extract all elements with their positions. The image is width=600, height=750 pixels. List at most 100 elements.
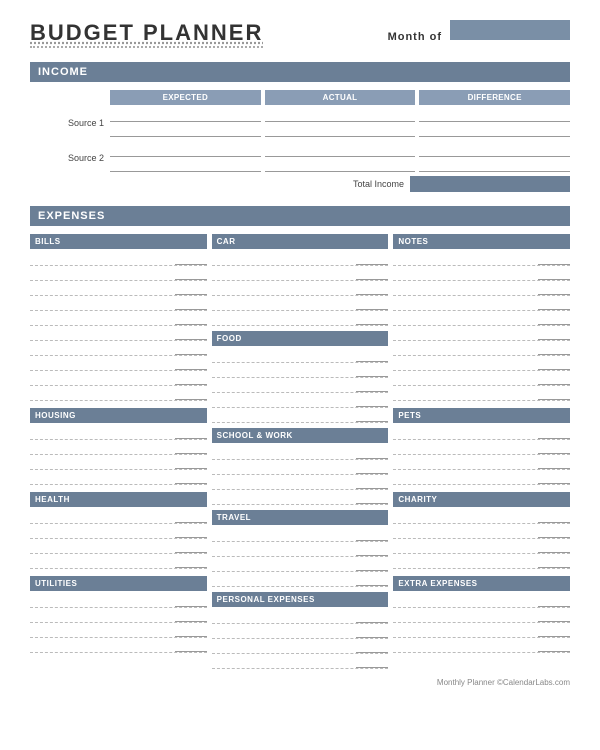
expense-line-row bbox=[393, 312, 570, 326]
expense-amount-line[interactable] bbox=[356, 324, 388, 325]
expense-line-row bbox=[393, 267, 570, 281]
expense-amount-line[interactable] bbox=[538, 264, 570, 265]
expense-amount-line[interactable] bbox=[175, 294, 207, 295]
expense-amount-line[interactable] bbox=[356, 309, 388, 310]
expense-amount-line[interactable] bbox=[538, 438, 570, 439]
expense-amount-line[interactable] bbox=[538, 552, 570, 553]
expense-amount-line[interactable] bbox=[175, 606, 207, 607]
expense-amount-line[interactable] bbox=[356, 540, 388, 541]
expense-amount-line[interactable] bbox=[356, 637, 388, 638]
expense-amount-line[interactable] bbox=[356, 667, 388, 668]
expense-amount-line[interactable] bbox=[175, 621, 207, 622]
expense-amount-line[interactable] bbox=[538, 294, 570, 295]
expense-amount-line[interactable] bbox=[356, 361, 388, 362]
expense-amount-line[interactable] bbox=[356, 652, 388, 653]
notes-lines bbox=[393, 252, 570, 401]
personal-category: PERSONAL EXPENSES bbox=[212, 592, 389, 669]
expense-line-row bbox=[30, 327, 207, 341]
expense-amount-line[interactable] bbox=[356, 503, 388, 504]
expense-amount-line[interactable] bbox=[538, 453, 570, 454]
expense-amount-line[interactable] bbox=[175, 468, 207, 469]
expense-amount-line[interactable] bbox=[356, 294, 388, 295]
source2-diff-line1[interactable] bbox=[419, 144, 570, 157]
expense-amount-line[interactable] bbox=[538, 567, 570, 568]
expense-amount-line[interactable] bbox=[356, 279, 388, 280]
source1-difference bbox=[419, 109, 570, 137]
expense-amount-line[interactable] bbox=[356, 622, 388, 623]
source2-actual bbox=[265, 144, 416, 172]
expense-amount-line[interactable] bbox=[356, 264, 388, 265]
expense-amount-line[interactable] bbox=[356, 488, 388, 489]
expense-line-row bbox=[212, 558, 389, 572]
expense-amount-line[interactable] bbox=[538, 279, 570, 280]
expense-amount-line[interactable] bbox=[356, 570, 388, 571]
expense-amount-line[interactable] bbox=[538, 339, 570, 340]
expense-amount-line[interactable] bbox=[175, 636, 207, 637]
expense-line-row bbox=[393, 639, 570, 653]
expense-amount-line[interactable] bbox=[175, 384, 207, 385]
expense-amount-line[interactable] bbox=[356, 555, 388, 556]
expense-amount-line[interactable] bbox=[175, 453, 207, 454]
col2: CAR FOOD SCHOOL & WORK TRAVEL bbox=[212, 234, 389, 670]
expense-amount-line[interactable] bbox=[538, 621, 570, 622]
source1-expected bbox=[110, 109, 261, 137]
income-section: INCOME EXPECTED ACTUAL DIFFERENCE Source… bbox=[30, 62, 570, 192]
travel-category: TRAVEL bbox=[212, 510, 389, 587]
source1-expected-line1[interactable] bbox=[110, 109, 261, 122]
expense-amount-line[interactable] bbox=[175, 264, 207, 265]
expense-amount-line[interactable] bbox=[175, 438, 207, 439]
expense-line-row bbox=[393, 609, 570, 623]
expense-amount-line[interactable] bbox=[175, 552, 207, 553]
housing-category: HOUSING bbox=[30, 408, 207, 485]
expense-amount-line[interactable] bbox=[175, 522, 207, 523]
source1-diff-line2[interactable] bbox=[419, 124, 570, 137]
source1-actual-line1[interactable] bbox=[265, 109, 416, 122]
expense-line-row bbox=[212, 461, 389, 475]
expense-amount-line[interactable] bbox=[538, 606, 570, 607]
source2-actual-line1[interactable] bbox=[265, 144, 416, 157]
expense-amount-line[interactable] bbox=[538, 354, 570, 355]
expense-amount-line[interactable] bbox=[356, 391, 388, 392]
source2-expected-line1[interactable] bbox=[110, 144, 261, 157]
expense-amount-line[interactable] bbox=[175, 567, 207, 568]
travel-lines bbox=[212, 528, 389, 587]
source2-diff-line2[interactable] bbox=[419, 159, 570, 172]
expense-amount-line[interactable] bbox=[538, 468, 570, 469]
expense-amount-line[interactable] bbox=[175, 483, 207, 484]
expense-line-row bbox=[393, 426, 570, 440]
expense-amount-line[interactable] bbox=[175, 309, 207, 310]
expense-amount-line[interactable] bbox=[356, 585, 388, 586]
month-of-label: Month of bbox=[388, 31, 442, 43]
expense-amount-line[interactable] bbox=[356, 376, 388, 377]
source1-expected-line2[interactable] bbox=[110, 124, 261, 137]
expense-amount-line[interactable] bbox=[356, 406, 388, 407]
source2-actual-line2[interactable] bbox=[265, 159, 416, 172]
expense-amount-line[interactable] bbox=[538, 309, 570, 310]
expense-amount-line[interactable] bbox=[538, 636, 570, 637]
expense-amount-line[interactable] bbox=[175, 651, 207, 652]
month-input-box[interactable] bbox=[450, 20, 570, 40]
expense-amount-line[interactable] bbox=[538, 384, 570, 385]
expense-amount-line[interactable] bbox=[356, 421, 388, 422]
expense-amount-line[interactable] bbox=[538, 522, 570, 523]
expense-amount-line[interactable] bbox=[175, 339, 207, 340]
source1-actual-line2[interactable] bbox=[265, 124, 416, 137]
expenses-header: EXPENSES bbox=[30, 206, 570, 226]
expense-amount-line[interactable] bbox=[538, 651, 570, 652]
expense-amount-line[interactable] bbox=[538, 399, 570, 400]
expense-amount-line[interactable] bbox=[538, 324, 570, 325]
source2-expected-line2[interactable] bbox=[110, 159, 261, 172]
expense-amount-line[interactable] bbox=[175, 279, 207, 280]
source1-diff-line1[interactable] bbox=[419, 109, 570, 122]
expense-amount-line[interactable] bbox=[356, 458, 388, 459]
expense-amount-line[interactable] bbox=[538, 483, 570, 484]
personal-lines bbox=[212, 610, 389, 669]
expense-amount-line[interactable] bbox=[175, 324, 207, 325]
expense-amount-line[interactable] bbox=[175, 354, 207, 355]
expense-amount-line[interactable] bbox=[538, 369, 570, 370]
expense-amount-line[interactable] bbox=[175, 369, 207, 370]
expense-amount-line[interactable] bbox=[538, 537, 570, 538]
expense-amount-line[interactable] bbox=[356, 473, 388, 474]
expense-amount-line[interactable] bbox=[175, 399, 207, 400]
expense-amount-line[interactable] bbox=[175, 537, 207, 538]
